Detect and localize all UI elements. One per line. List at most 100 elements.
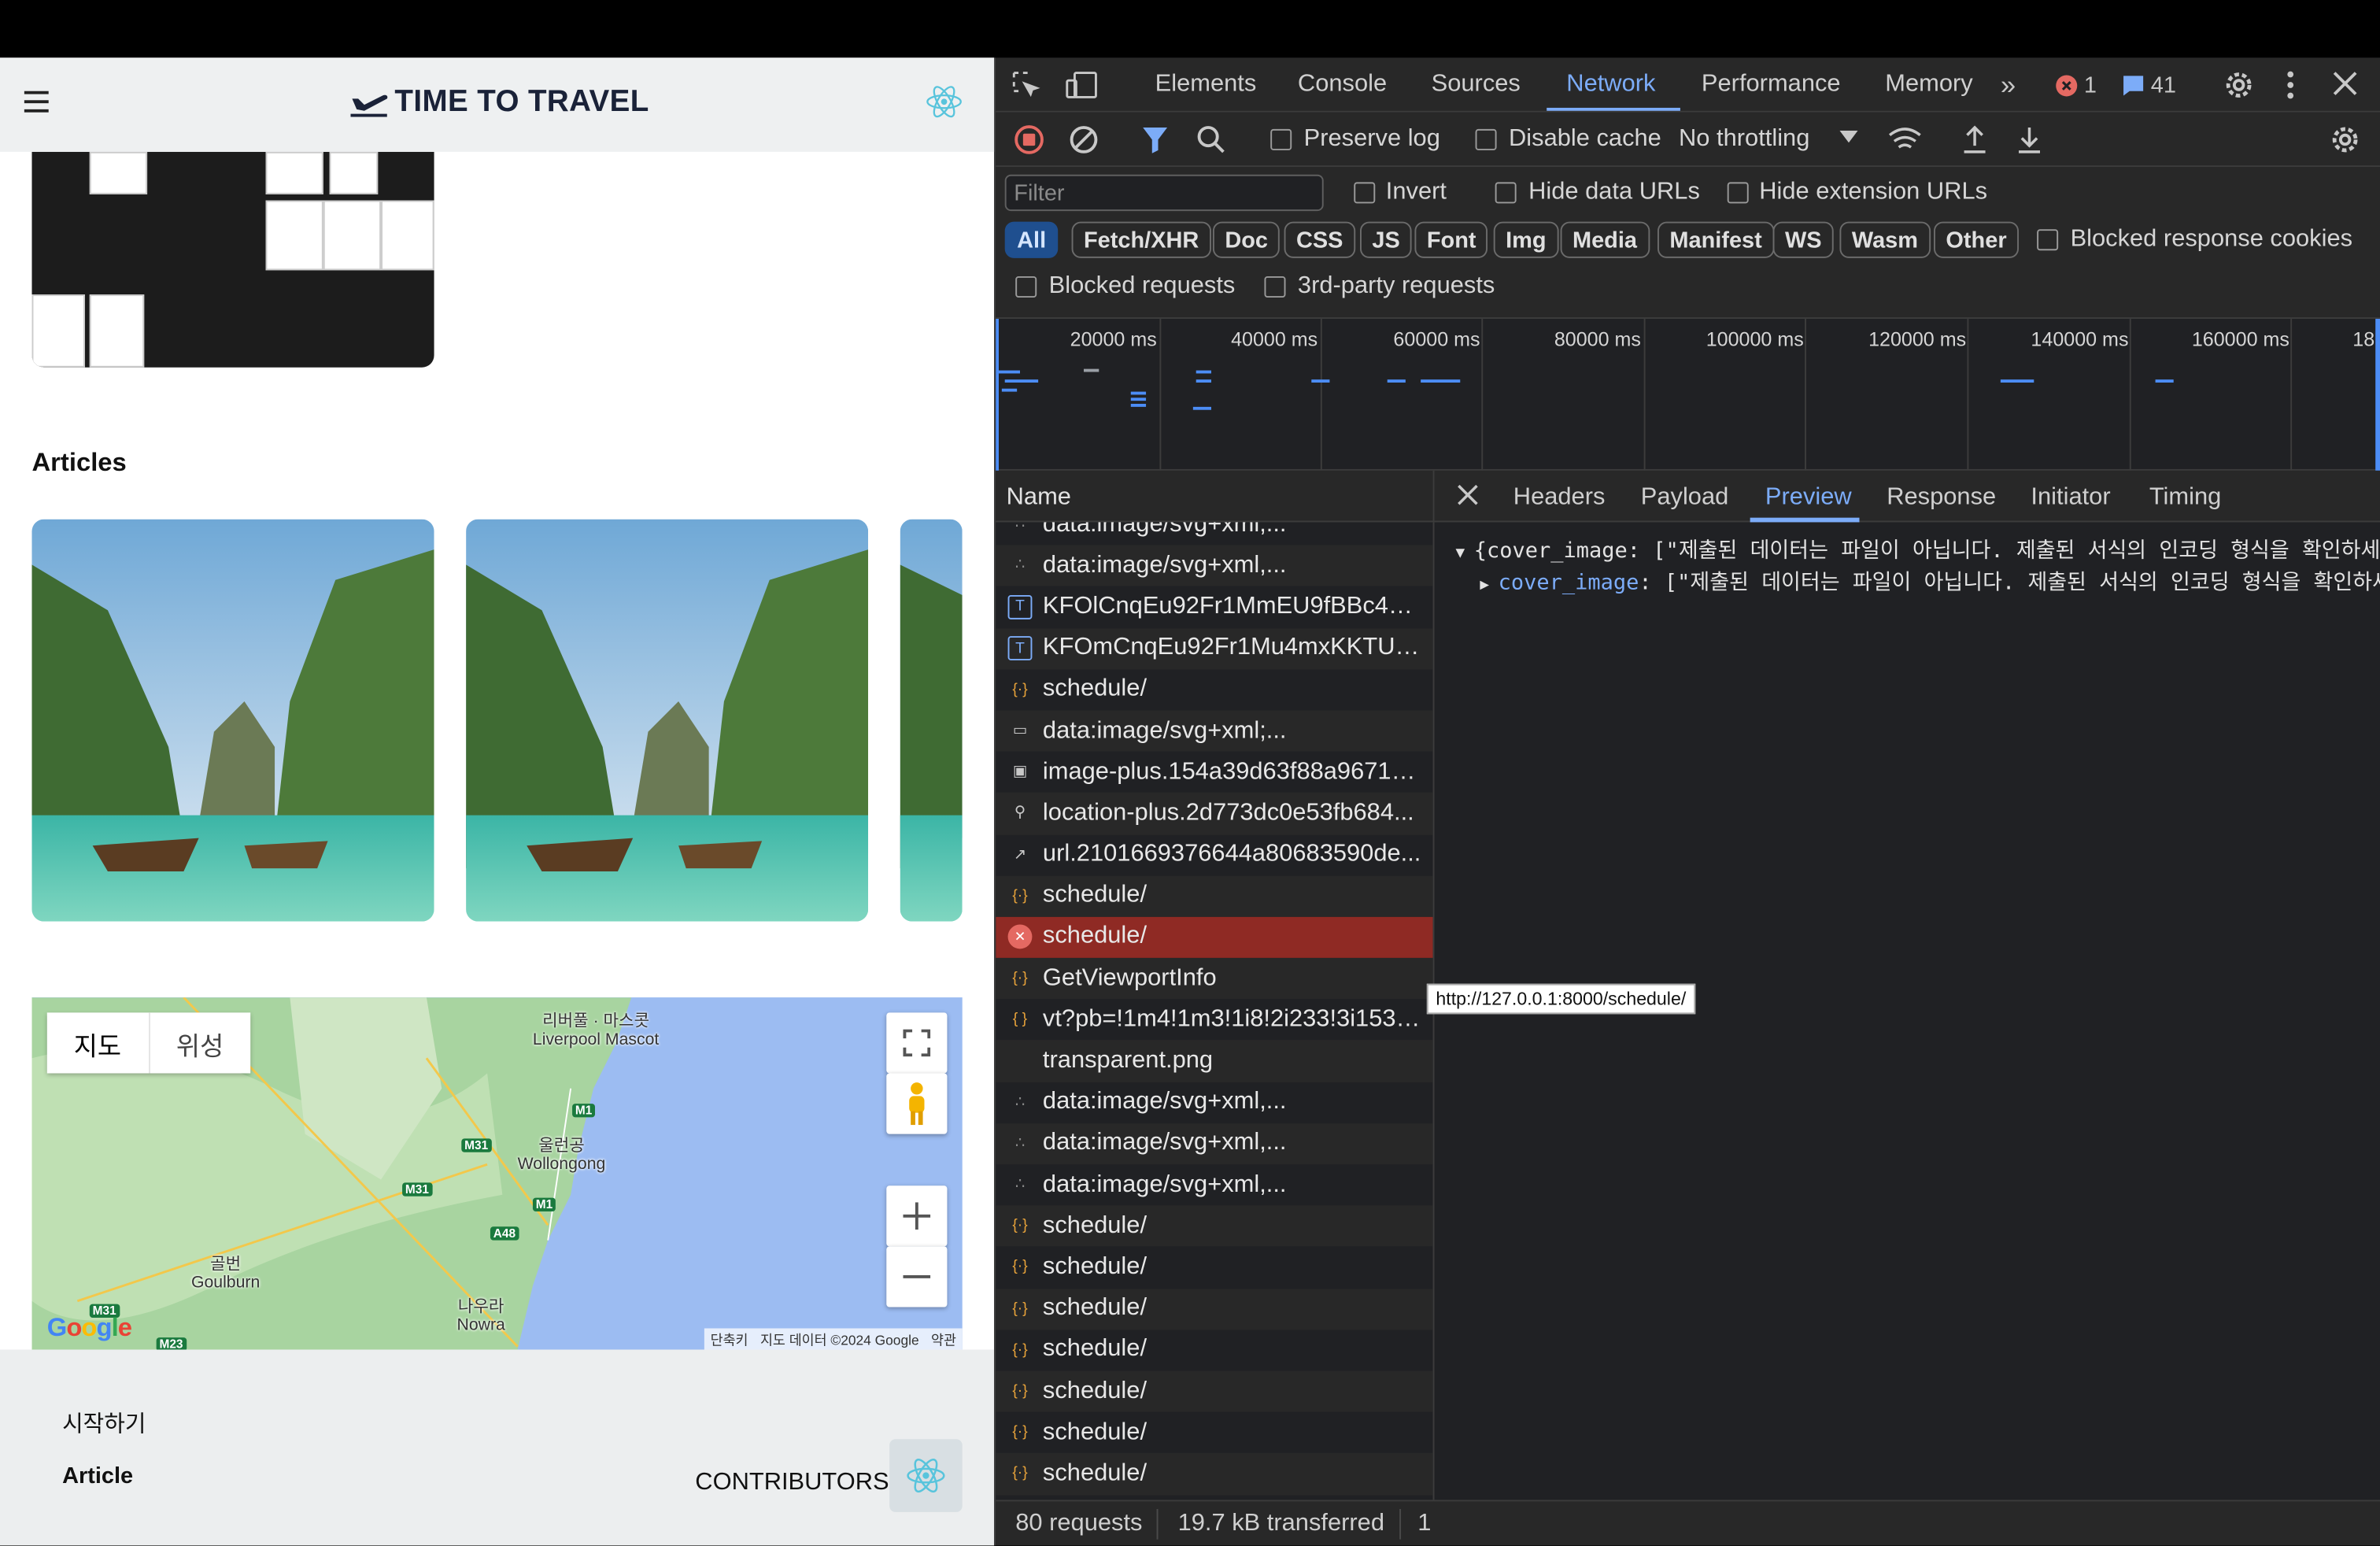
filter-chip-ws[interactable]: WS	[1772, 221, 1835, 258]
dropdown-caret-icon[interactable]	[1839, 130, 1858, 143]
footer-start-link[interactable]: 시작하기	[62, 1407, 146, 1440]
tab-elements[interactable]: Elements	[1155, 72, 1257, 99]
request-row[interactable]: {·} schedule/	[996, 1330, 1432, 1370]
filter-chip-wasm[interactable]: Wasm	[1839, 221, 1931, 258]
request-name: transparent.png	[1042, 1047, 1214, 1074]
tab-initiator[interactable]: Initiator	[2031, 484, 2110, 512]
zoom-out-button[interactable]	[886, 1246, 948, 1307]
preserve-log-checkbox[interactable]	[1270, 128, 1292, 150]
filter-chip-manifest[interactable]: Manifest	[1657, 221, 1775, 258]
footer-article-link[interactable]: Article	[62, 1463, 133, 1489]
preview-root-line[interactable]: ▼ {cover_image: ["제출된 데이터는 파일이 아닙니다. 제출된…	[1455, 534, 2379, 565]
request-row[interactable]: ∴ data:image/svg+xml,...	[996, 1123, 1433, 1165]
request-row[interactable]: ▣ image-plus.154a39d63f88a96717...	[996, 752, 1432, 793]
tab-memory[interactable]: Memory	[1885, 72, 1972, 99]
request-row[interactable]: T KFOmCnqEu92Fr1Mu4mxKKTU1...	[996, 627, 1433, 670]
brand-logo[interactable]: TIME TO TRAVEL	[349, 85, 649, 120]
more-tabs-icon[interactable]: »	[2001, 70, 2016, 102]
google-map[interactable]: 지도 위성 리버풀 · 마스콧 Liverpool Mascot 울런공 Wollo…	[31, 997, 963, 1350]
tab-network[interactable]: Network	[1566, 72, 1655, 99]
tab-console[interactable]: Console	[1298, 72, 1387, 99]
blocked-response-cookies-checkbox[interactable]	[2037, 229, 2059, 251]
tab-payload[interactable]: Payload	[1641, 484, 1729, 512]
request-row[interactable]: {·} schedule/	[996, 1247, 1432, 1288]
request-row[interactable]: ∴ data:image/svg+xml,...	[996, 1082, 1432, 1123]
article-card[interactable]	[31, 519, 434, 922]
settings-icon[interactable]	[2222, 68, 2255, 102]
record-stop-icon[interactable]	[1014, 124, 1044, 155]
request-row[interactable]: ∴ data:image/svg+xml,...	[996, 1164, 1432, 1205]
name-column-header[interactable]: Name	[996, 470, 1435, 523]
filter-icon[interactable]	[1141, 124, 1169, 155]
request-row[interactable]: transparent.png	[996, 1040, 1433, 1082]
article-card[interactable]	[900, 519, 963, 922]
hide-extension-urls-checkbox[interactable]	[1727, 182, 1749, 204]
tab-performance[interactable]: Performance	[1702, 72, 1841, 99]
inspect-element-icon[interactable]	[1011, 70, 1041, 101]
request-row[interactable]: {·} schedule/	[996, 669, 1432, 710]
terms-link[interactable]: 약관	[931, 1329, 956, 1348]
throttling-select[interactable]: No throttling	[1679, 126, 1809, 153]
request-row[interactable]: { } vt?pb=!1m4!1m3!1i8!2i233!3i153!...	[996, 999, 1432, 1040]
network-conditions-icon[interactable]	[1887, 124, 1923, 155]
request-row[interactable]: ⚲ location-plus.2d773dc0e53fb684...	[996, 793, 1433, 834]
request-row[interactable]: {·} schedule/	[996, 1370, 1433, 1412]
import-har-icon[interactable]	[1961, 124, 1989, 155]
filter-chip-fetch-xhr[interactable]: Fetch/XHR	[1071, 221, 1211, 258]
blocked-requests-checkbox[interactable]	[1015, 276, 1037, 298]
map-type-map[interactable]: 지도	[47, 1012, 150, 1074]
invert-checkbox[interactable]	[1354, 182, 1376, 204]
hide-data-urls-checkbox[interactable]	[1495, 182, 1517, 204]
request-row[interactable]: {·} schedule/	[996, 875, 1433, 917]
preview-key-line[interactable]: ▶ cover_image: ["제출된 데이터는 파일이 아닙니다. 제출된 …	[1480, 566, 2380, 597]
tab-headers[interactable]: Headers	[1513, 484, 1606, 512]
filter-chip-doc[interactable]: Doc	[1212, 221, 1281, 258]
request-row[interactable]: {·} schedule/	[996, 1453, 1433, 1495]
network-timeline[interactable]: 20000 ms 40000 ms 60000 ms 80000 ms 1000…	[996, 318, 2380, 471]
disable-cache-checkbox[interactable]	[1475, 128, 1497, 150]
request-row[interactable]: ▭ data:image/svg+xml;...	[996, 710, 1433, 752]
map-type-satellite[interactable]: 위성	[150, 1012, 250, 1073]
search-icon[interactable]	[1196, 124, 1227, 155]
filter-chip-other[interactable]: Other	[1933, 221, 2020, 258]
menu-icon[interactable]	[24, 91, 49, 113]
filter-chip-img[interactable]: Img	[1493, 221, 1559, 258]
filter-chip-all[interactable]: All	[1004, 221, 1059, 258]
kebab-menu-icon[interactable]	[2286, 70, 2295, 101]
close-icon[interactable]	[2331, 70, 2359, 98]
schedule-thumbnail[interactable]	[31, 151, 434, 368]
tab-timing[interactable]: Timing	[2149, 484, 2221, 512]
footer-contributors[interactable]: CONTRIBUTORS	[695, 1470, 889, 1497]
tab-preview[interactable]: Preview	[1765, 484, 1852, 512]
article-card[interactable]	[466, 519, 869, 922]
fullscreen-button[interactable]	[886, 1012, 948, 1074]
request-row[interactable]: {·} schedule/	[996, 1412, 1432, 1453]
request-row[interactable]: {·} schedule/	[996, 1288, 1433, 1330]
map-type-toggle[interactable]: 지도 위성	[46, 1012, 251, 1074]
keyboard-shortcuts-link[interactable]: 단축키	[711, 1329, 748, 1348]
close-detail-icon[interactable]	[1455, 483, 1480, 507]
request-row[interactable]: {·} GetViewportInfo	[996, 958, 1433, 1000]
filter-chip-css[interactable]: CSS	[1284, 221, 1355, 258]
filter-chip-media[interactable]: Media	[1560, 221, 1650, 258]
request-row[interactable]: {·} schedule/	[996, 1205, 1433, 1248]
export-har-icon[interactable]	[2016, 124, 2043, 155]
tab-response[interactable]: Response	[1887, 484, 1996, 512]
request-row[interactable]: T KFOlCnqEu92Fr1MmEU9fBBc4A...	[996, 586, 1432, 627]
request-row[interactable]: ∴ data:image/svg+xml,...	[996, 522, 1432, 545]
tab-sources[interactable]: Sources	[1432, 72, 1521, 99]
device-toolbar-icon[interactable]	[1066, 70, 1099, 101]
message-counter[interactable]: 41	[2122, 73, 2176, 98]
request-row[interactable]: ↗ url.2101669376644a80683590de...	[996, 834, 1432, 875]
filter-chip-font[interactable]: Font	[1414, 221, 1488, 258]
filter-chip-js[interactable]: JS	[1359, 221, 1413, 258]
network-settings-icon[interactable]	[2328, 123, 2361, 156]
request-row[interactable]: ✕ schedule/	[996, 916, 1433, 959]
error-counter[interactable]: 1	[2055, 73, 2097, 98]
zoom-in-button[interactable]	[886, 1185, 948, 1247]
filter-input[interactable]: Filter	[1004, 174, 1324, 212]
street-view-button[interactable]	[886, 1073, 948, 1134]
request-row[interactable]: ∴ data:image/svg+xml,...	[996, 545, 1433, 587]
clear-icon[interactable]	[1069, 124, 1099, 155]
third-party-checkbox[interactable]	[1264, 276, 1286, 298]
